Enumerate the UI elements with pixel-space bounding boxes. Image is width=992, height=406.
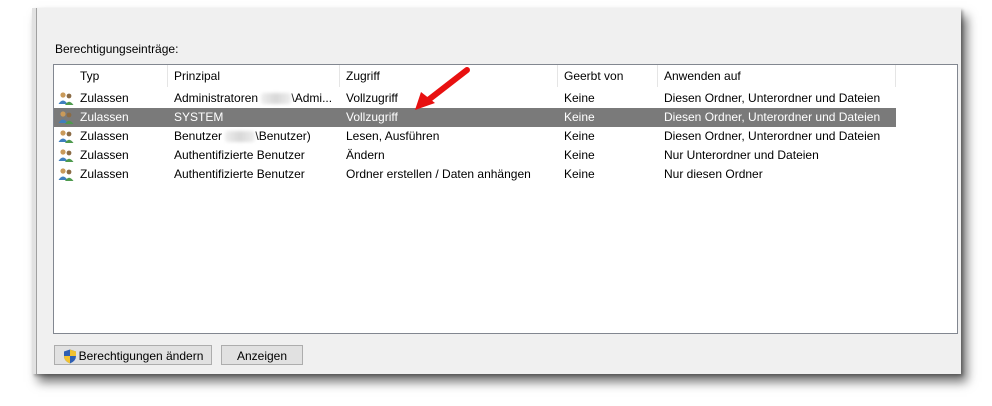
cell-prinzipal: Authentifizierte Benutzer bbox=[174, 167, 305, 181]
column-header-geerbt-von[interactable]: Geerbt von bbox=[558, 65, 658, 87]
cell-prinzipal-part: \Benutzer) bbox=[255, 129, 311, 143]
cell-typ: Zulassen bbox=[80, 91, 129, 105]
cell-zugriff: Ändern bbox=[346, 148, 385, 162]
cell-anwenden-auf: Nur Unterordner und Dateien bbox=[664, 148, 819, 162]
cell-geerbt-von: Keine bbox=[564, 129, 595, 143]
cell-anwenden-auf: Diesen Ordner, Unterordner und Dateien bbox=[664, 110, 881, 124]
cell-geerbt-von: Keine bbox=[564, 91, 595, 105]
redacted-blur bbox=[225, 131, 256, 143]
cell-prinzipal: Benutzer \Benutzer) bbox=[168, 127, 340, 146]
cell-prinzipal: Administratoren \Admi... bbox=[168, 89, 340, 108]
cell-typ: Zulassen bbox=[80, 167, 129, 181]
cell-zugriff: Lesen, Ausführen bbox=[346, 129, 440, 143]
cell-anwenden-auf: Diesen Ordner, Unterordner und Dateien bbox=[664, 91, 881, 105]
cell-geerbt-von: Keine bbox=[564, 148, 595, 162]
redacted-blur bbox=[261, 93, 292, 105]
red-arrow-icon bbox=[415, 67, 470, 110]
table-row[interactable]: Zulassen Administratoren \Admi... Vollzu… bbox=[54, 89, 896, 108]
table-row[interactable]: Zulassen Benutzer \Benutzer) Lesen, Ausf… bbox=[54, 127, 896, 146]
cell-anwenden-auf: Nur diesen Ordner bbox=[664, 167, 763, 181]
permissions-dialog: Berechtigungseinträge: Typ Prinzipal Zug… bbox=[32, 8, 961, 374]
cell-typ: Zulassen bbox=[80, 148, 129, 162]
users-icon bbox=[58, 92, 74, 105]
table-row[interactable]: Zulassen Authentifizierte Benutzer Ordne… bbox=[54, 165, 896, 184]
change-permissions-label: Berechtigungen ändern bbox=[78, 349, 204, 363]
column-header-typ[interactable]: Typ bbox=[74, 65, 168, 87]
column-header-anwenden-auf[interactable]: Anwenden auf bbox=[658, 65, 896, 87]
cell-zugriff: Ordner erstellen / Daten anhängen bbox=[346, 167, 531, 181]
view-button[interactable]: Anzeigen bbox=[221, 345, 303, 365]
cell-geerbt-von: Keine bbox=[564, 110, 595, 124]
cell-geerbt-von: Keine bbox=[564, 167, 595, 181]
users-icon bbox=[58, 111, 74, 124]
cell-prinzipal: Authentifizierte Benutzer bbox=[174, 148, 305, 162]
table-row-selected[interactable]: Zulassen SYSTEM Vollzugriff Keine Diesen… bbox=[54, 108, 896, 127]
cell-typ: Zulassen bbox=[80, 129, 129, 143]
users-icon bbox=[58, 130, 74, 143]
change-permissions-button[interactable]: Berechtigungen ändern bbox=[54, 345, 212, 365]
users-icon bbox=[58, 168, 74, 181]
cell-prinzipal-part: \Admi... bbox=[291, 91, 333, 105]
uac-shield-icon bbox=[63, 349, 76, 364]
section-label: Berechtigungseinträge: bbox=[55, 42, 179, 56]
cell-prinzipal-part: Administratoren bbox=[174, 91, 259, 105]
cell-prinzipal-part: Benutzer bbox=[174, 129, 223, 143]
cell-typ: Zulassen bbox=[80, 110, 129, 124]
table-row[interactable]: Zulassen Authentifizierte Benutzer Änder… bbox=[54, 146, 896, 165]
cell-prinzipal: SYSTEM bbox=[174, 110, 224, 124]
column-header-prinzipal[interactable]: Prinzipal bbox=[168, 65, 340, 87]
permission-entries-list[interactable]: Typ Prinzipal Zugriff Geerbt von Anwende… bbox=[53, 64, 958, 334]
cell-anwenden-auf: Diesen Ordner, Unterordner und Dateien bbox=[664, 129, 881, 143]
users-icon bbox=[58, 149, 74, 162]
window-left-border bbox=[32, 8, 37, 374]
list-header: Typ Prinzipal Zugriff Geerbt von Anwende… bbox=[54, 65, 957, 87]
